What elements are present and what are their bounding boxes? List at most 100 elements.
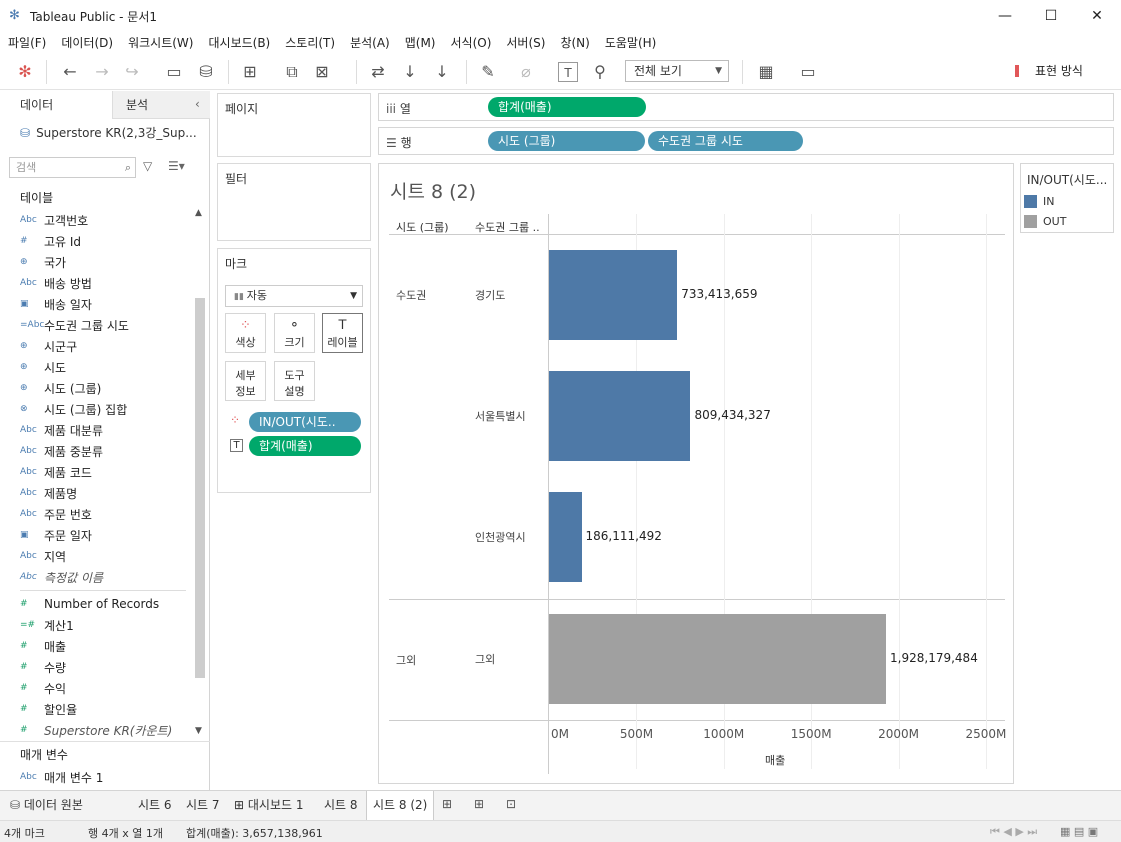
dimension-field[interactable]: ⊗ 시도 (그룹) 집합	[20, 399, 127, 419]
datasource-item[interactable]: ⛁ Superstore KR(2,3강_Sup...	[20, 124, 197, 141]
nav-first-icon[interactable]: ⏮ ◀ ▶ ⏭	[990, 825, 1037, 839]
duplicate-icon[interactable]: ⧉	[282, 62, 302, 82]
dimension-field[interactable]: Abc 지역	[20, 546, 66, 566]
detail-button[interactable]: 세부 정보	[225, 361, 266, 401]
tab-sheet-7[interactable]: 시트 7	[180, 791, 226, 820]
tab-sheet-6[interactable]: 시트 6	[132, 791, 178, 820]
group-label-capital[interactable]: 수도권	[396, 287, 426, 303]
label-button[interactable]: Ｔ 레이블	[322, 313, 363, 353]
color-button[interactable]: ⁘ 색상	[225, 313, 266, 353]
menu-data[interactable]: 데이터(D)	[61, 34, 113, 51]
menu-window[interactable]: 창(N)	[560, 34, 589, 51]
menu-format[interactable]: 서식(O)	[451, 34, 492, 51]
filters-card[interactable]: 필터	[217, 163, 371, 241]
header-province-group[interactable]: 시도 (그룹)	[396, 219, 449, 235]
group-icon[interactable]: ⌀	[516, 62, 536, 82]
tab-sheet-8[interactable]: 시트 8	[318, 791, 364, 820]
show-me-button[interactable]: 표현 방식	[1015, 62, 1083, 79]
measure-field[interactable]: # 매출	[20, 636, 66, 656]
sort-desc-icon[interactable]: ↓	[432, 62, 452, 82]
replay-icon[interactable]: ↪	[122, 62, 142, 82]
pill-inout-color[interactable]: IN/OUT(시도..	[249, 412, 361, 432]
bar-1[interactable]	[549, 371, 691, 461]
row-label-3[interactable]: 그외	[475, 651, 495, 667]
pin-icon[interactable]: ⚲	[590, 62, 610, 82]
dimension-field[interactable]: ⊕ 국가	[20, 252, 66, 272]
menu-worksheet[interactable]: 워크시트(W)	[128, 34, 193, 51]
tableau-home-icon[interactable]: ✻	[15, 62, 35, 82]
measure-field[interactable]: # 할인율	[20, 699, 77, 719]
tab-data[interactable]: 데이터	[20, 91, 53, 119]
bar-3[interactable]	[549, 614, 887, 704]
measure-field[interactable]: # 수익	[20, 678, 66, 698]
pill-rows-capital-group[interactable]: 수도권 그룹 시도	[648, 131, 803, 151]
group-label-other[interactable]: 그외	[396, 652, 416, 668]
pill-rows-province-group[interactable]: 시도 (그룹)	[488, 131, 645, 151]
menu-dashboard[interactable]: 대시보드(B)	[208, 34, 270, 51]
maximize-button[interactable]: ☐	[1028, 0, 1074, 32]
dimension-field[interactable]: ⊕ 시도 (그룹)	[20, 378, 101, 398]
pill-columns-sum-sales[interactable]: 합계(매출)	[488, 97, 646, 117]
presentation-icon[interactable]: ▭	[798, 62, 818, 82]
menu-story[interactable]: 스토리(T)	[285, 34, 335, 51]
view-options-icon[interactable]: ☰▾	[168, 159, 185, 173]
header-capital-group[interactable]: 수도권 그룹 ..	[475, 219, 540, 235]
bar-0[interactable]	[549, 250, 678, 340]
new-datasource-icon[interactable]: ⛁	[196, 62, 216, 82]
dimension-field[interactable]: Abc 제품 중분류	[20, 441, 103, 461]
dimension-field[interactable]: Abc 고객번호	[20, 210, 88, 230]
pill-sum-sales-label[interactable]: 합계(매출)	[249, 436, 361, 456]
dimension-field[interactable]: Abc 제품명	[20, 483, 77, 503]
undo-icon[interactable]: ←	[60, 62, 80, 82]
dimension-field[interactable]: ⊕ 시도	[20, 357, 66, 377]
measure-field[interactable]: =# 계산1	[20, 615, 74, 635]
rows-shelf[interactable]: ☰ 행 시도 (그룹) 수도권 그룹 시도	[378, 127, 1114, 155]
tab-sheet-8-2[interactable]: 시트 8 (2)	[366, 791, 435, 820]
new-worksheet-icon[interactable]: ⊞	[240, 62, 260, 82]
dimension-field[interactable]: ⊕ 시군구	[20, 336, 77, 356]
dimension-field[interactable]: Abc 제품 코드	[20, 462, 92, 482]
menu-analysis[interactable]: 분석(A)	[350, 34, 390, 51]
new-dashboard-icon[interactable]: ⊞	[474, 797, 484, 811]
filter-icon[interactable]: ▽	[143, 159, 152, 173]
new-story-icon[interactable]: ⊡	[506, 797, 516, 811]
menu-map[interactable]: 맵(M)	[405, 34, 436, 51]
close-button[interactable]: ✕	[1074, 0, 1120, 32]
menu-file[interactable]: 파일(F)	[8, 34, 46, 51]
tab-dashboard-1[interactable]: ⊞ 대시보드 1	[228, 791, 310, 820]
row-label-1[interactable]: 서울특별시	[475, 408, 526, 424]
row-label-0[interactable]: 경기도	[475, 287, 505, 303]
legend-item-out[interactable]: OUT	[1024, 215, 1066, 228]
minimize-button[interactable]: —	[982, 0, 1028, 32]
measure-field[interactable]: # Superstore KR(카운트)	[20, 720, 172, 740]
field-list-scrollbar[interactable]: ▲ ▼	[193, 208, 207, 738]
menu-help[interactable]: 도움말(H)	[605, 34, 657, 51]
collapse-pane-icon[interactable]: ‹	[195, 97, 200, 111]
mark-type-select[interactable]: ▮▮ 자동 ▼	[225, 285, 363, 307]
pages-card[interactable]: 페이지	[217, 93, 371, 157]
dimension-field[interactable]: ▣ 주문 일자	[20, 525, 92, 545]
dimension-field[interactable]: Abc 측정값 이름	[20, 567, 103, 587]
dimension-field[interactable]: ▣ 배송 일자	[20, 294, 92, 314]
view-mode-select[interactable]: 전체 보기 ▼	[625, 60, 729, 82]
measure-field[interactable]: # 수량	[20, 657, 66, 677]
size-button[interactable]: ⚬ 크기	[274, 313, 315, 353]
dimension-field[interactable]: # 고유 Id	[20, 231, 81, 251]
row-label-2[interactable]: 인천광역시	[475, 529, 526, 545]
legend-item-in[interactable]: IN	[1024, 195, 1054, 208]
grid-view-icon[interactable]: ▦ ▤ ▣	[1060, 825, 1098, 838]
dimension-field[interactable]: Abc 주문 번호	[20, 504, 92, 524]
save-icon[interactable]: ▭	[164, 62, 184, 82]
dimension-field[interactable]: Abc 배송 방법	[20, 273, 92, 293]
clear-sheet-icon[interactable]: ⊠	[312, 62, 332, 82]
dimension-field[interactable]: =Abc 수도권 그룹 시도	[20, 315, 129, 335]
highlight-icon[interactable]: ✎	[478, 62, 498, 82]
new-sheet-icon[interactable]: ⊞	[442, 797, 452, 811]
tab-analysis[interactable]: 분석	[126, 91, 148, 119]
menu-server[interactable]: 서버(S)	[506, 34, 545, 51]
measure-field[interactable]: # Number of Records	[20, 594, 159, 614]
search-input[interactable]: 검색 ⌕	[9, 157, 136, 178]
param-field[interactable]: Abc 매개 변수 1	[20, 767, 103, 787]
dimension-field[interactable]: Abc 제품 대분류	[20, 420, 103, 440]
columns-shelf[interactable]: iii 열 합계(매출)	[378, 93, 1114, 121]
